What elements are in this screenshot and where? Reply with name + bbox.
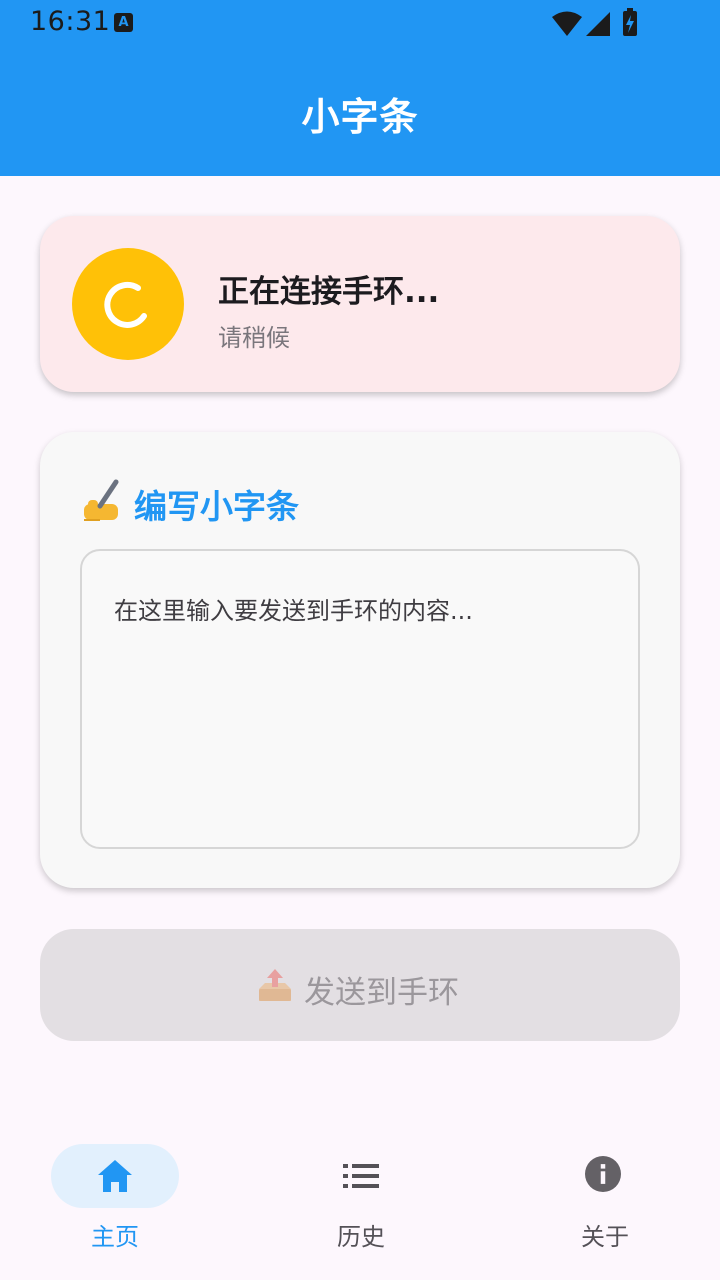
bottom-navigation: 主页 历史 关于 xyxy=(0,1124,720,1280)
connection-title: 正在连接手环... xyxy=(218,274,440,310)
nav-label-history: 历史 xyxy=(337,1223,385,1251)
send-to-band-button[interactable]: 发送到手环 xyxy=(40,929,680,1041)
loading-spinner-icon xyxy=(104,281,147,328)
app-screen: 16:31 A 小字条 正在连接手环... 请稍候 编写小字条 在这里输入要发送… xyxy=(0,0,720,1280)
nav-item-about[interactable]: 关于 xyxy=(530,1144,690,1254)
send-button-label: 发送到手环 xyxy=(304,975,459,1011)
app-title: 小字条 xyxy=(301,95,419,139)
nav-item-home[interactable]: 主页 xyxy=(40,1144,200,1254)
signal-icon xyxy=(586,12,610,36)
nav-label-home: 主页 xyxy=(91,1223,139,1251)
message-input[interactable]: 在这里输入要发送到手环的内容... xyxy=(80,549,640,849)
message-input-placeholder: 在这里输入要发送到手环的内容... xyxy=(114,597,473,625)
text-input-icon: A xyxy=(114,13,133,32)
info-icon xyxy=(585,1156,621,1192)
home-icon xyxy=(98,1160,132,1192)
battery-charging-icon xyxy=(623,8,637,36)
compose-card: 编写小字条 在这里输入要发送到手环的内容... xyxy=(40,432,680,888)
top-app-bar: 16:31 A 小字条 xyxy=(0,0,720,176)
status-time: 16:31 xyxy=(30,6,111,37)
connection-status-card: 正在连接手环... 请稍候 xyxy=(40,216,680,392)
status-icons xyxy=(552,8,637,36)
nav-label-about: 关于 xyxy=(581,1223,629,1251)
list-icon xyxy=(343,1164,379,1188)
wifi-icon xyxy=(552,11,582,36)
compose-title: 编写小字条 xyxy=(134,487,299,526)
connection-subtitle: 请稍候 xyxy=(218,324,290,352)
connection-avatar xyxy=(72,248,184,360)
writing-hand-icon xyxy=(84,479,119,521)
outbox-tray-icon xyxy=(259,969,291,1001)
nav-item-history[interactable]: 历史 xyxy=(286,1144,446,1254)
